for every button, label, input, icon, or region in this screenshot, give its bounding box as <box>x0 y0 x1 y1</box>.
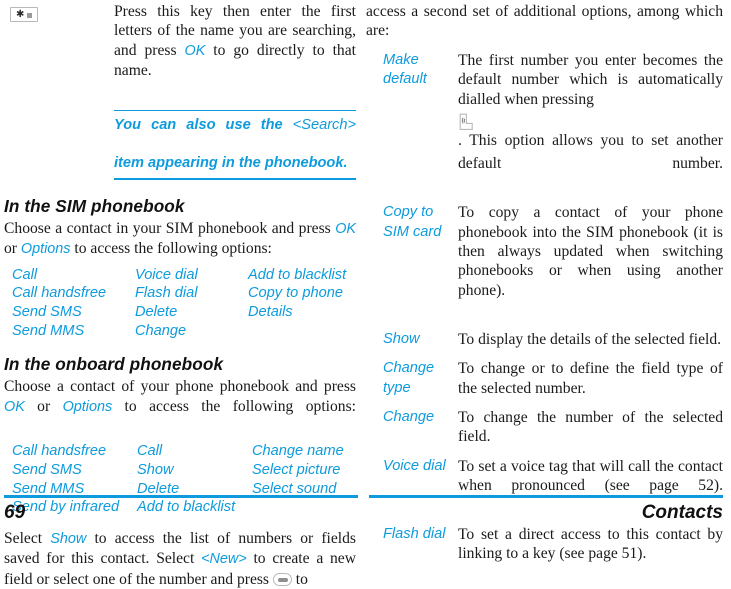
sim-option-item[interactable]: Call <box>12 266 135 285</box>
onboard-option-item[interactable]: Send SMS <box>12 461 137 480</box>
note-line-1: You can also use the <Search> <box>114 116 356 154</box>
note-line-2: item appearing in the phonebook. <box>114 155 348 172</box>
option-description: To copy a contact of your phone phoneboo… <box>458 204 723 299</box>
option-description: To change the number of the selected fie… <box>458 408 723 446</box>
star-key-glyph: ✱ <box>16 8 25 20</box>
sim-option-item[interactable]: Add to blacklist <box>248 266 356 285</box>
option-term-show[interactable]: Show <box>366 330 458 349</box>
intro-paragraph: Press this key then enter the first lett… <box>114 2 356 100</box>
show-option-label: Show <box>50 530 87 547</box>
footer-rule-left <box>4 495 358 499</box>
option-description: The first number you enter becomes the d… <box>458 51 723 193</box>
note-block-row: You can also use the <Search> item appea… <box>4 110 356 181</box>
ok-key-icon <box>272 572 292 586</box>
sim-option-item[interactable]: Change <box>135 322 248 341</box>
sim-option-item <box>248 322 356 341</box>
onboard-intro-ok: OK <box>4 398 25 415</box>
sim-option-item[interactable]: Details <box>248 303 356 322</box>
sim-option-item[interactable]: Send MMS <box>12 322 135 341</box>
sim-intro-ok: OK <box>335 221 356 238</box>
option-description: To set a direct access to this contact b… <box>458 525 723 563</box>
footer-rule-right <box>369 495 723 499</box>
sim-option-item[interactable]: Copy to phone <box>248 284 356 303</box>
call-key-icon <box>458 113 723 131</box>
search-item-label: <Search> <box>292 117 356 134</box>
onboard-phonebook-heading: In the onboard phonebook <box>4 354 224 375</box>
definition-row: Copy to SIM card To copy a contact of yo… <box>366 203 723 319</box>
sim-intro-part1: Choose a contact in your SIM phonebook a… <box>4 220 336 238</box>
onboard-option-item[interactable]: Call handsfree <box>12 442 137 461</box>
right-column: access a second set of additional option… <box>366 0 731 562</box>
definition-row: Make default The first number you enter … <box>366 51 723 193</box>
option-term-change-type[interactable]: Change type <box>366 359 458 398</box>
sim-phonebook-heading: In the SIM phonebook <box>4 196 185 217</box>
sim-intro-options: Options <box>20 241 71 258</box>
star-key-square-glyph <box>27 12 32 18</box>
closing-part1: Select <box>4 529 51 547</box>
definition-row: Show To display the details of the selec… <box>366 330 723 349</box>
sim-phonebook-intro: Choose a contact in your SIM phonebook a… <box>4 219 356 260</box>
definition-row: Change To change the number of the selec… <box>366 408 723 447</box>
option-term-copy-to-sim-card[interactable]: Copy to SIM card <box>366 203 458 242</box>
sim-option-item[interactable]: Call handsfree <box>12 284 135 303</box>
option-term-make-default[interactable]: Make default <box>366 51 458 90</box>
intro-icon-cell: ✱ <box>4 2 114 23</box>
page-footer: 69 Contacts <box>0 495 731 529</box>
sim-option-item[interactable]: Send SMS <box>12 303 135 322</box>
sim-intro-part2: to access the following options: <box>70 240 272 258</box>
desc-part1: The first number you enter becomes the d… <box>458 51 723 108</box>
onboard-option-item[interactable]: Call <box>137 442 252 461</box>
definition-row: Flash dial To set a direct access to thi… <box>366 525 723 564</box>
new-entry-label: <New> <box>201 551 247 568</box>
ok-softkey-label: OK <box>184 42 206 59</box>
left-column: ✱ Press this key then enter the first le… <box>0 0 366 588</box>
option-term-change[interactable]: Change <box>366 408 458 427</box>
desc-part2: . This option allows you to set another … <box>458 132 723 173</box>
intro-text-cell: Press this key then enter the first lett… <box>114 2 356 100</box>
sim-options-grid: Call Voice dial Add to blacklist Call ha… <box>4 266 356 340</box>
running-head: Contacts <box>641 502 723 523</box>
additional-options-list: Make default The first number you enter … <box>366 51 723 564</box>
ok-key-inner-glyph <box>277 577 288 582</box>
onboard-option-item[interactable]: Select picture <box>252 461 356 480</box>
manual-page-spread: ✱ Press this key then enter the first le… <box>0 0 731 588</box>
sim-intro-mid: or <box>4 240 21 258</box>
closing-paragraph: Select Show to access the list of number… <box>4 529 356 589</box>
star-key-icon: ✱ <box>10 6 38 22</box>
note-cell: You can also use the <Search> item appea… <box>114 110 356 181</box>
onboard-option-item[interactable]: Change name <box>252 442 356 461</box>
option-description: To display the details of the selected f… <box>458 330 722 348</box>
onboard-intro-options: Options <box>62 398 113 415</box>
note-gutter <box>4 110 114 113</box>
sim-option-item[interactable]: Delete <box>135 303 248 322</box>
onboard-intro-part2: to access the following options: <box>112 397 356 415</box>
tip-note-box: You can also use the <Search> item appea… <box>114 110 356 181</box>
onboard-phonebook-intro: Choose a contact of your phone phonebook… <box>4 377 356 436</box>
onboard-intro-part1: Choose a contact of your phone phonebook… <box>4 378 356 396</box>
onboard-option-item[interactable]: Show <box>137 461 252 480</box>
note-line1-before: You can also use the <box>114 117 293 134</box>
closing-part4: to <box>291 570 308 588</box>
onboard-intro-mid: or <box>24 397 63 415</box>
sim-option-item[interactable]: Flash dial <box>135 284 248 303</box>
sim-option-item[interactable]: Voice dial <box>135 266 248 285</box>
intro-block: ✱ Press this key then enter the first le… <box>4 2 356 100</box>
option-description: To change or to define the field type of… <box>458 360 723 397</box>
option-term-voice-dial[interactable]: Voice dial <box>366 457 458 476</box>
page-number: 69 <box>4 502 26 523</box>
right-column-continuation: access a second set of additional option… <box>366 3 723 40</box>
definition-row: Change type To change or to define the f… <box>366 359 723 398</box>
